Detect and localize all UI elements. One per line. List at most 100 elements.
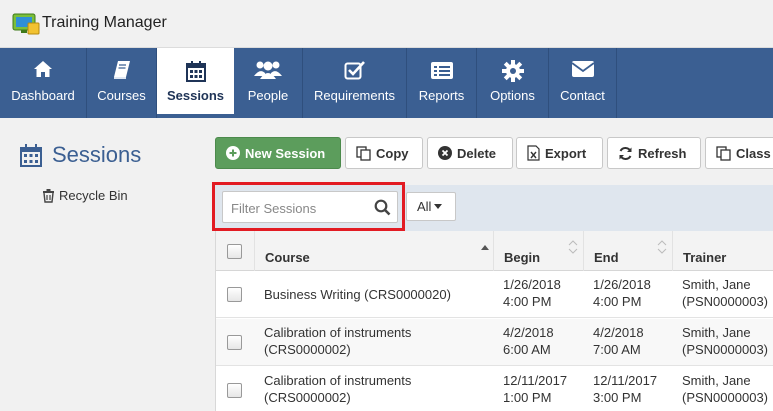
row-checkbox[interactable] xyxy=(227,383,242,398)
people-icon xyxy=(254,61,282,79)
table-row[interactable]: Calibration of instruments (CRS0000002) 4… xyxy=(216,319,773,366)
course-cell: Calibration of instruments (CRS0000002) xyxy=(254,367,493,411)
trainer-name: Smith, Jane xyxy=(682,373,751,388)
search-icon[interactable] xyxy=(374,199,391,216)
nav-contact[interactable]: Contact xyxy=(549,48,617,118)
end-cell: 1/26/2018 4:00 PM xyxy=(583,271,672,318)
class-label: Class xyxy=(736,145,771,161)
export-button[interactable]: Export xyxy=(516,137,603,169)
trainer-name: Smith, Jane xyxy=(682,325,751,340)
nav-people[interactable]: People xyxy=(234,48,303,118)
page-title: Sessions xyxy=(20,142,141,168)
trash-icon xyxy=(43,188,54,203)
nav-sessions[interactable]: Sessions xyxy=(157,48,234,118)
plus-circle-icon xyxy=(226,146,240,160)
column-header-trainer[interactable]: Trainer xyxy=(672,231,773,271)
begin-time: 1:00 PM xyxy=(503,390,552,405)
row-checkbox[interactable] xyxy=(227,287,242,302)
recycle-bin-link[interactable]: Recycle Bin xyxy=(42,188,128,203)
course-cell: Business Writing (CRS0000020) xyxy=(254,271,493,318)
nav-label: Reports xyxy=(418,88,465,103)
select-all-checkbox[interactable] xyxy=(227,244,242,259)
copy-icon xyxy=(356,145,371,161)
row-checkbox[interactable] xyxy=(227,335,242,350)
recycle-bin-label: Recycle Bin xyxy=(59,188,128,203)
column-header-course[interactable]: Course xyxy=(254,231,493,271)
nav-label: Dashboard xyxy=(11,88,75,103)
delete-button[interactable]: Delete xyxy=(427,137,513,169)
excel-file-icon xyxy=(527,145,540,161)
end-date: 12/11/2017 xyxy=(593,373,658,388)
new-session-button[interactable]: New Session xyxy=(215,137,341,169)
envelope-icon xyxy=(570,61,595,77)
end-date: 1/26/2018 xyxy=(593,277,651,292)
trainer-id: (PSN0000003) xyxy=(682,390,768,405)
book-icon xyxy=(113,61,130,79)
trainer-cell: Smith, Jane (PSN0000003) xyxy=(672,319,773,366)
delete-label: Delete xyxy=(457,145,497,161)
nav-label: Contact xyxy=(560,88,605,103)
begin-date: 1/26/2018 xyxy=(503,277,561,292)
trainer-cell: Smith, Jane (PSN0000003) xyxy=(672,271,773,318)
column-label: Course xyxy=(265,250,310,265)
begin-cell: 4/2/2018 6:00 AM xyxy=(493,319,583,366)
sort-icon xyxy=(568,240,578,254)
copy-button[interactable]: Copy xyxy=(345,137,423,169)
nav-label: Courses xyxy=(97,88,146,103)
main-nav: Dashboard Courses Sessions People Requir… xyxy=(0,48,773,118)
trainer-id: (PSN0000003) xyxy=(682,294,768,309)
filter-sessions-box xyxy=(222,191,398,223)
column-header-begin[interactable]: Begin xyxy=(493,231,583,271)
table-row[interactable]: Calibration of instruments (CRS0000002) 1… xyxy=(216,367,773,411)
page-title-text: Sessions xyxy=(52,142,142,167)
filter-all-dropdown[interactable]: All xyxy=(406,192,456,221)
app-title: Training Manager xyxy=(42,14,167,31)
table-header: Course Begin End Trainer xyxy=(216,231,773,271)
begin-cell: 1/26/2018 4:00 PM xyxy=(493,271,583,318)
nav-label: Sessions xyxy=(166,88,225,103)
begin-date: 12/11/2017 xyxy=(503,373,568,388)
nav-requirements[interactable]: Requirements xyxy=(303,48,407,118)
begin-cell: 12/11/2017 1:00 PM xyxy=(493,367,583,411)
refresh-button[interactable]: Refresh xyxy=(607,137,701,169)
refresh-label: Refresh xyxy=(638,145,687,161)
column-label: Trainer xyxy=(683,250,727,265)
end-time: 7:00 AM xyxy=(593,342,641,357)
course-code: (CRS0000002) xyxy=(264,390,351,405)
course-code: (CRS0000002) xyxy=(264,342,351,357)
nav-options[interactable]: Options xyxy=(477,48,549,118)
list-icon xyxy=(430,62,453,79)
trainer-name: Smith, Jane xyxy=(682,277,751,292)
copy-icon xyxy=(716,145,731,161)
delete-circle-icon xyxy=(438,146,452,160)
filter-sessions-input[interactable] xyxy=(231,198,371,218)
new-session-label: New Session xyxy=(245,145,326,161)
app-logo-icon xyxy=(12,13,40,35)
nav-label: People xyxy=(247,88,289,103)
course-text: Calibration of instruments xyxy=(264,373,412,388)
end-time: 3:00 PM xyxy=(593,390,642,405)
nav-courses[interactable]: Courses xyxy=(87,48,157,118)
nav-label: Requirements xyxy=(314,88,395,103)
export-label: Export xyxy=(545,145,587,161)
refresh-icon xyxy=(619,146,632,160)
filter-all-label: All xyxy=(417,199,432,214)
home-icon xyxy=(34,61,52,77)
sessions-table: Course Begin End Trainer Business Writin… xyxy=(215,231,773,411)
table-row[interactable]: Business Writing (CRS0000020) 1/26/2018 4… xyxy=(216,271,773,318)
top-bar: Training Manager xyxy=(0,0,773,48)
column-header-end[interactable]: End xyxy=(583,231,672,271)
course-text: Business Writing (CRS0000020) xyxy=(264,287,451,302)
column-label: End xyxy=(594,250,619,265)
nav-dashboard[interactable]: Dashboard xyxy=(0,48,87,118)
nav-label: Options xyxy=(490,88,535,103)
trainer-cell: Smith, Jane (PSN0000003) xyxy=(672,367,773,411)
gear-icon xyxy=(501,60,524,82)
end-time: 4:00 PM xyxy=(593,294,642,309)
calendar-icon xyxy=(185,61,206,82)
trainer-id: (PSN0000003) xyxy=(682,342,768,357)
course-text: Calibration of instruments xyxy=(264,325,412,340)
select-all-cell xyxy=(216,231,254,271)
nav-reports[interactable]: Reports xyxy=(407,48,477,118)
class-button[interactable]: Class xyxy=(705,137,773,169)
